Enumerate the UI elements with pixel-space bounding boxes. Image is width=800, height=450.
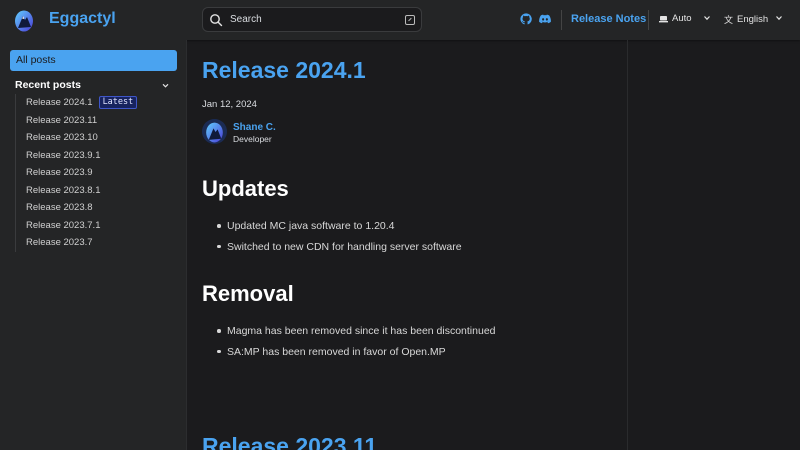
section-heading-removal: Removal	[202, 281, 294, 306]
chevron-up-icon[interactable]	[162, 82, 169, 89]
sidebar-item-release-2023-9[interactable]: Release 2023.9	[16, 164, 175, 182]
sidebar-item-label: Release 2023.7.1	[26, 219, 101, 231]
sidebar-item-release-2023-9-1[interactable]: Release 2023.9.1	[16, 147, 175, 165]
next-post-title[interactable]: Release 2023.11	[202, 433, 377, 450]
discord-icon[interactable]	[539, 13, 551, 25]
author-role: Developer	[233, 134, 272, 144]
search-icon	[210, 13, 223, 26]
brand-title[interactable]: Eggactyl	[49, 10, 116, 28]
blog-sidebar: All posts Recent posts Release 2024.1 La…	[0, 40, 187, 450]
list-item: Switched to new CDN for handling server …	[217, 241, 462, 262]
sidebar-item-release-2023-8-1[interactable]: Release 2023.8.1	[16, 182, 175, 200]
post-date: Jan 12, 2024	[202, 99, 257, 110]
theme-icon	[659, 15, 668, 22]
list-item: SA:MP has been removed in favor of Open.…	[217, 346, 496, 367]
list-item: Updated MC java software to 1.20.4	[217, 220, 462, 241]
navbar-divider	[648, 10, 649, 30]
sidebar-item-label: Release 2023.8	[26, 202, 93, 214]
sidebar-item-label: Release 2024.1	[26, 97, 93, 109]
sidebar-item-label: Release 2023.9	[26, 167, 93, 179]
language-label: English	[737, 14, 769, 25]
sidebar-item-release-2023-7[interactable]: Release 2023.7	[16, 234, 175, 252]
recent-posts-list: Release 2024.1 Latest Release 2023.11 Re…	[15, 94, 175, 252]
theme-label: Auto	[672, 13, 692, 24]
author-avatar-icon	[202, 119, 227, 144]
release-notes-link[interactable]: Release Notes	[571, 13, 646, 25]
eggactyl-logo-icon	[15, 10, 33, 32]
language-icon: 文	[724, 15, 734, 25]
sidebar-item-release-2023-7-1[interactable]: Release 2023.7.1	[16, 217, 175, 235]
sidebar-item-label: Release 2023.9.1	[26, 149, 101, 161]
navbar: Eggactyl Search Release Notes Auto 文 Eng…	[0, 0, 800, 40]
updates-list: Updated MC java software to 1.20.4 Switc…	[217, 220, 462, 261]
sidebar-item-label: Release 2023.11	[26, 114, 98, 126]
sidebar-item-release-2023-10[interactable]: Release 2023.10	[16, 129, 175, 147]
removal-list: Magma has been removed since it has been…	[217, 325, 496, 366]
toc-divider	[627, 40, 628, 450]
section-heading-updates: Updates	[202, 176, 289, 201]
github-icon[interactable]	[520, 13, 532, 25]
search-shortcut-icon	[405, 14, 415, 25]
sidebar-item-release-2023-11[interactable]: Release 2023.11	[16, 112, 175, 130]
post-title[interactable]: Release 2024.1	[202, 57, 366, 84]
sidebar-item-release-2023-8[interactable]: Release 2023.8	[16, 199, 175, 217]
sidebar-item-label: Release 2023.8.1	[26, 184, 101, 196]
recent-posts-heading[interactable]: Recent posts	[15, 79, 175, 91]
language-dropdown[interactable]: 文 English	[724, 13, 768, 26]
navbar-divider	[561, 10, 562, 30]
sidebar-item-label: Release 2023.10	[26, 132, 98, 144]
author-name-link[interactable]: Shane C.	[233, 122, 276, 133]
list-item: Magma has been removed since it has been…	[217, 325, 496, 346]
sidebar-item-label: Release 2023.7	[26, 237, 93, 249]
chevron-down-icon[interactable]	[776, 15, 782, 21]
brand-link[interactable]: Eggactyl	[12, 6, 116, 34]
chevron-down-icon[interactable]	[704, 15, 710, 21]
theme-dropdown[interactable]: Auto	[659, 13, 692, 24]
search-label: Search	[230, 14, 262, 25]
all-posts-link[interactable]: All posts	[10, 50, 177, 71]
latest-badge: Latest	[98, 96, 138, 110]
post-content: Release 2024.1 Jan 12, 2024 Shane C. Dev…	[187, 40, 627, 450]
sidebar-item-release-2024-1[interactable]: Release 2024.1 Latest	[16, 94, 175, 112]
search-button[interactable]: Search	[202, 7, 422, 32]
author-avatar[interactable]	[202, 119, 227, 144]
